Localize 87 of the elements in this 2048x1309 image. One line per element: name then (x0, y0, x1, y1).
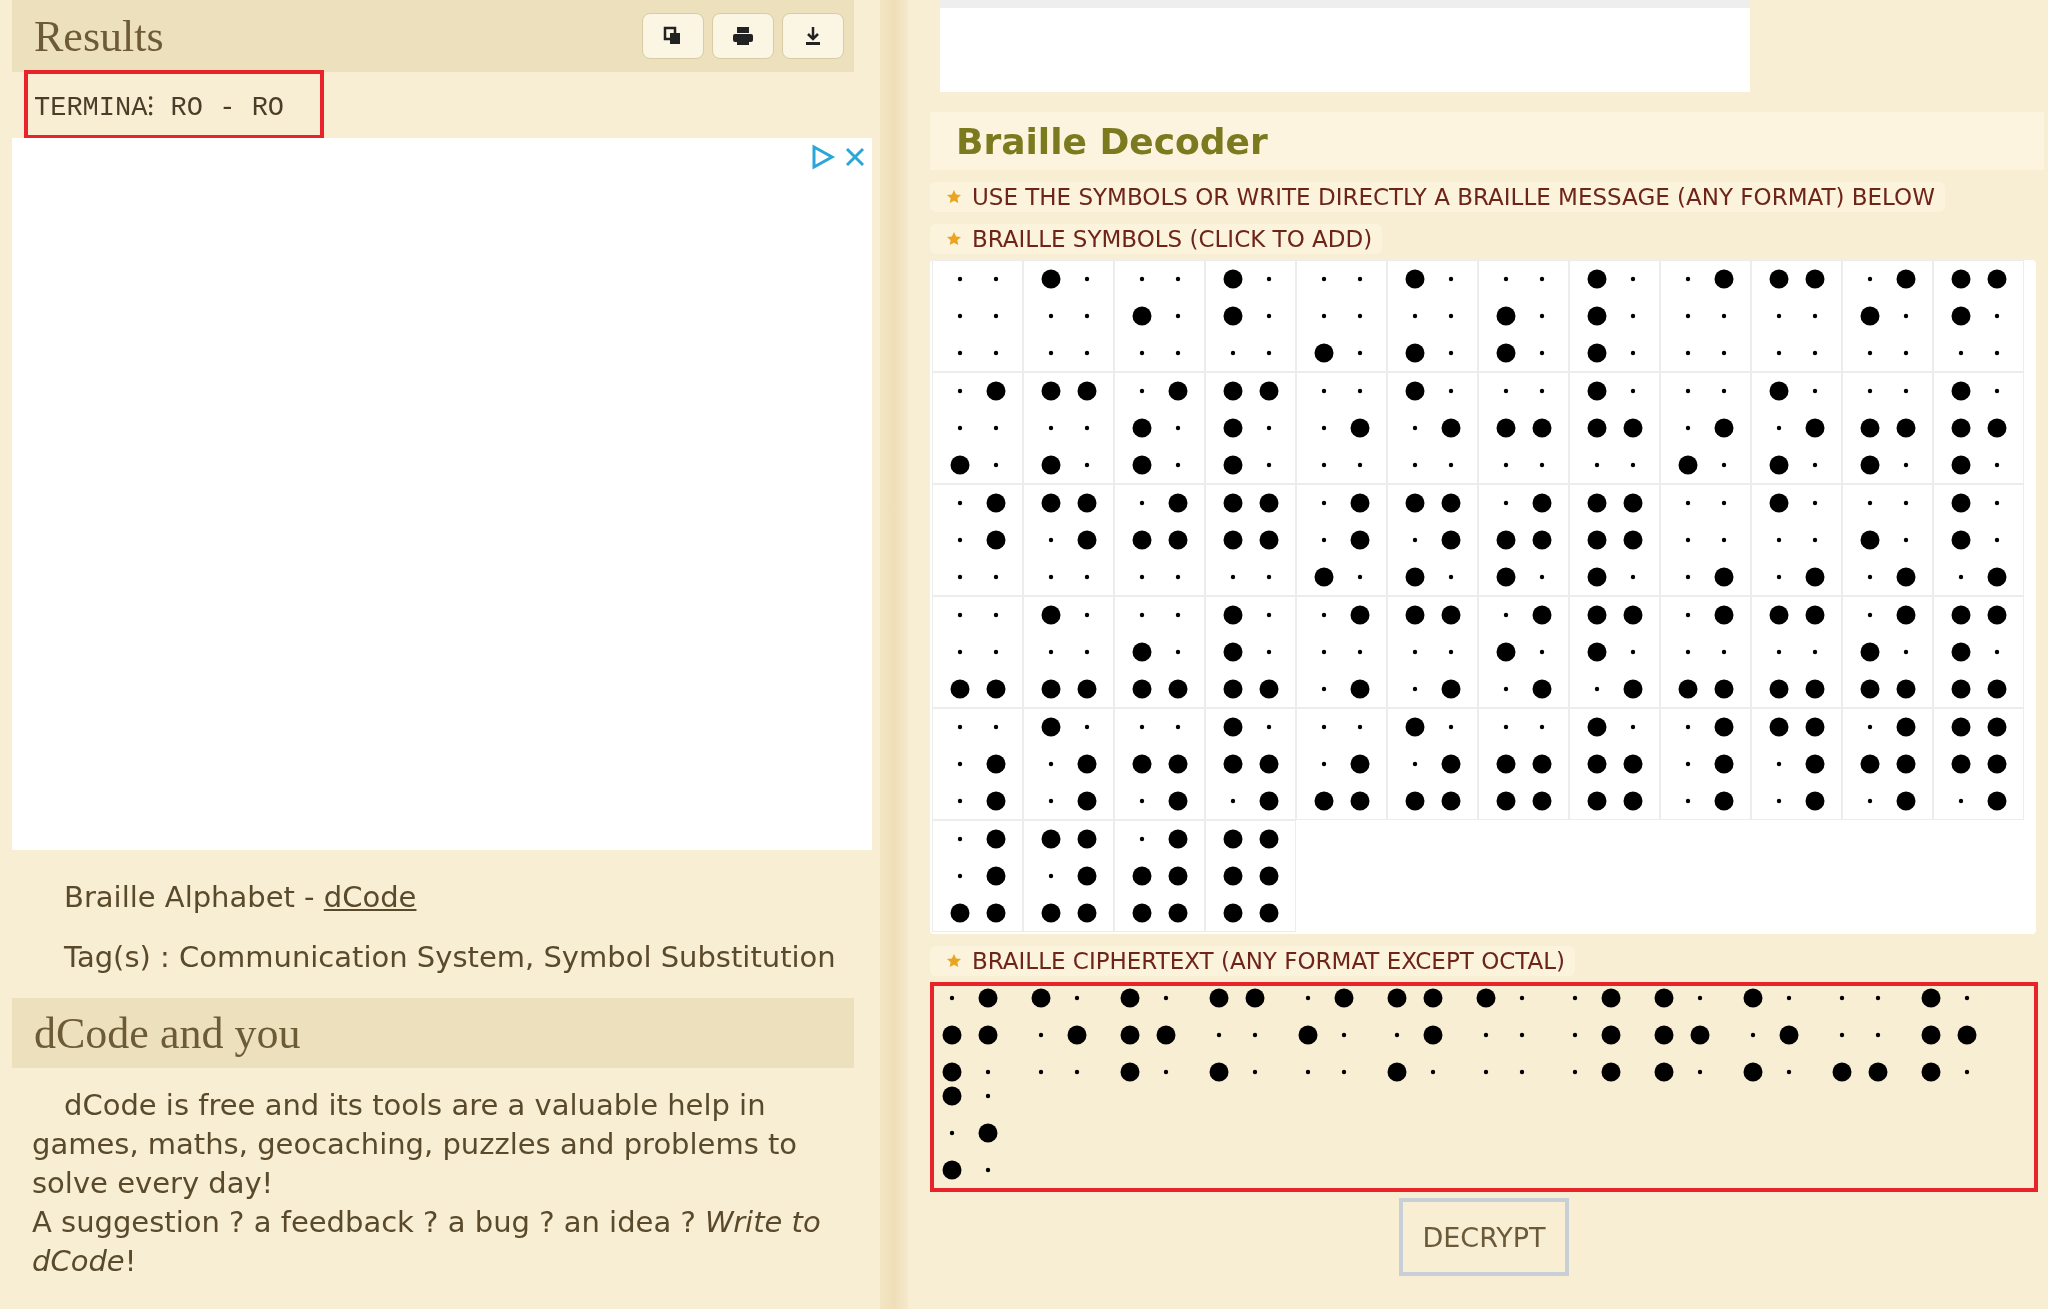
braille-symbol-button[interactable] (1751, 372, 1842, 484)
about-title: dCode and you (34, 1007, 301, 1059)
braille-symbol-button[interactable] (932, 820, 1023, 932)
braille-symbol-button[interactable] (1387, 596, 1478, 708)
braille-symbol-button[interactable] (1114, 820, 1205, 932)
ciphertext-field[interactable] (930, 982, 2038, 1192)
braille-symbol-button[interactable] (1842, 596, 1933, 708)
braille-symbol-button[interactable] (1751, 260, 1842, 372)
braille-symbol-button[interactable] (1478, 596, 1569, 708)
download-button[interactable] (782, 13, 844, 59)
braille-symbol-button[interactable] (1933, 260, 2024, 372)
braille-symbol-button[interactable] (1114, 708, 1205, 820)
decrypt-button[interactable]: DECRYPT (1399, 1198, 1569, 1276)
braille-symbol-button[interactable] (1751, 708, 1842, 820)
braille-symbol-button[interactable] (1387, 260, 1478, 372)
braille-symbol-button[interactable] (1205, 372, 1296, 484)
braille-symbol-button[interactable] (1205, 708, 1296, 820)
braille-symbol-button[interactable] (1569, 596, 1660, 708)
braille-symbol-button[interactable] (1023, 484, 1114, 596)
braille-symbol-button[interactable] (1660, 708, 1751, 820)
braille-symbol-button[interactable] (1023, 596, 1114, 708)
braille-symbol-button[interactable] (1296, 484, 1387, 596)
braille-symbol-button[interactable] (1205, 484, 1296, 596)
braille-symbol-button[interactable] (1569, 372, 1660, 484)
braille-symbol-button[interactable] (1842, 372, 1933, 484)
braille-symbol-button[interactable] (932, 484, 1023, 596)
braille-symbol-button[interactable] (1387, 372, 1478, 484)
braille-symbol-button[interactable] (1933, 484, 2024, 596)
braille-symbol-button[interactable] (1296, 260, 1387, 372)
braille-symbol-button[interactable] (1114, 484, 1205, 596)
braille-symbol-button[interactable] (1660, 596, 1751, 708)
braille-symbol-button[interactable] (1114, 260, 1205, 372)
braille-symbol-button[interactable] (1569, 484, 1660, 596)
braille-symbol-button[interactable] (1478, 484, 1569, 596)
star-icon (946, 231, 962, 247)
braille-symbol-button[interactable] (1296, 372, 1387, 484)
braille-symbol-button[interactable] (1933, 596, 2024, 708)
download-icon (804, 26, 822, 46)
braille-symbol-button[interactable] (1387, 484, 1478, 596)
print-button[interactable] (712, 13, 774, 59)
copy-icon (663, 26, 683, 46)
braille-symbol-button[interactable] (932, 372, 1023, 484)
braille-symbol-button[interactable] (1569, 708, 1660, 820)
braille-symbol-button[interactable] (1751, 484, 1842, 596)
braille-symbol-button[interactable] (1023, 820, 1114, 932)
braille-symbol-button[interactable] (1114, 596, 1205, 708)
braille-symbol-button[interactable] (1023, 372, 1114, 484)
braille-symbol-button[interactable] (1023, 260, 1114, 372)
star-icon (946, 953, 962, 969)
braille-symbol-button[interactable] (1660, 260, 1751, 372)
decoder-title: Braille Decoder (956, 120, 1268, 162)
braille-symbol-button[interactable] (1205, 820, 1296, 932)
braille-symbol-button[interactable] (932, 708, 1023, 820)
braille-symbol-button[interactable] (1478, 708, 1569, 820)
braille-symbol-button[interactable] (1205, 260, 1296, 372)
braille-symbol-button[interactable] (1205, 596, 1296, 708)
braille-symbol-button[interactable] (1842, 484, 1933, 596)
about-text: dCode is free and its tools are a valuable help in games, maths, geocaching, puzzles and problems to solve every day! (32, 1087, 799, 1202)
braille-symbol-button[interactable] (1023, 708, 1114, 820)
printer-icon (732, 26, 754, 46)
instruction-text: USE THE SYMBOLS OR WRITE DIRECTLY A BRAILLE MESSAGE (ANY FORMAT) BELOW (972, 184, 1935, 210)
braille-symbol-button[interactable] (1478, 372, 1569, 484)
braille-symbol-button[interactable] (1296, 708, 1387, 820)
braille-symbol-button[interactable] (1569, 260, 1660, 372)
braille-symbol-button[interactable] (1751, 596, 1842, 708)
ciphertext-label-text: BRAILLE CIPHERTEXT (ANY FORMAT EXCEPT OCTAL) (972, 948, 1566, 974)
braille-symbol-button[interactable] (1660, 484, 1751, 596)
braille-symbol-button[interactable] (1387, 708, 1478, 820)
braille-symbol-button[interactable] (1842, 260, 1933, 372)
copy-button[interactable] (642, 13, 704, 59)
braille-symbol-button[interactable] (932, 596, 1023, 708)
symbols-label-text: BRAILLE SYMBOLS (CLICK TO ADD) (972, 226, 1373, 252)
braille-symbol-button[interactable] (1296, 596, 1387, 708)
braille-symbol-button[interactable] (1478, 260, 1569, 372)
braille-symbol-button[interactable] (1114, 372, 1205, 484)
braille-symbol-button[interactable] (1933, 372, 2024, 484)
braille-symbol-button[interactable] (1933, 708, 2024, 820)
braille-symbol-button[interactable] (1842, 708, 1933, 820)
results-title: Results (34, 10, 164, 62)
braille-symbol-button[interactable] (1660, 372, 1751, 484)
tags-text: Tag(s) : Communication System, Symbol Substitution (64, 940, 837, 974)
tool-title: Braille Alphabet - (64, 880, 316, 914)
star-icon (946, 189, 962, 205)
suggestion-text: A suggestion ? a feedback ? a bug ? an idea ? Write to dCode! (32, 1204, 822, 1280)
ad-info-icon[interactable] (810, 144, 836, 170)
dcode-link[interactable]: dCode (323, 880, 417, 914)
close-icon[interactable] (844, 146, 866, 168)
